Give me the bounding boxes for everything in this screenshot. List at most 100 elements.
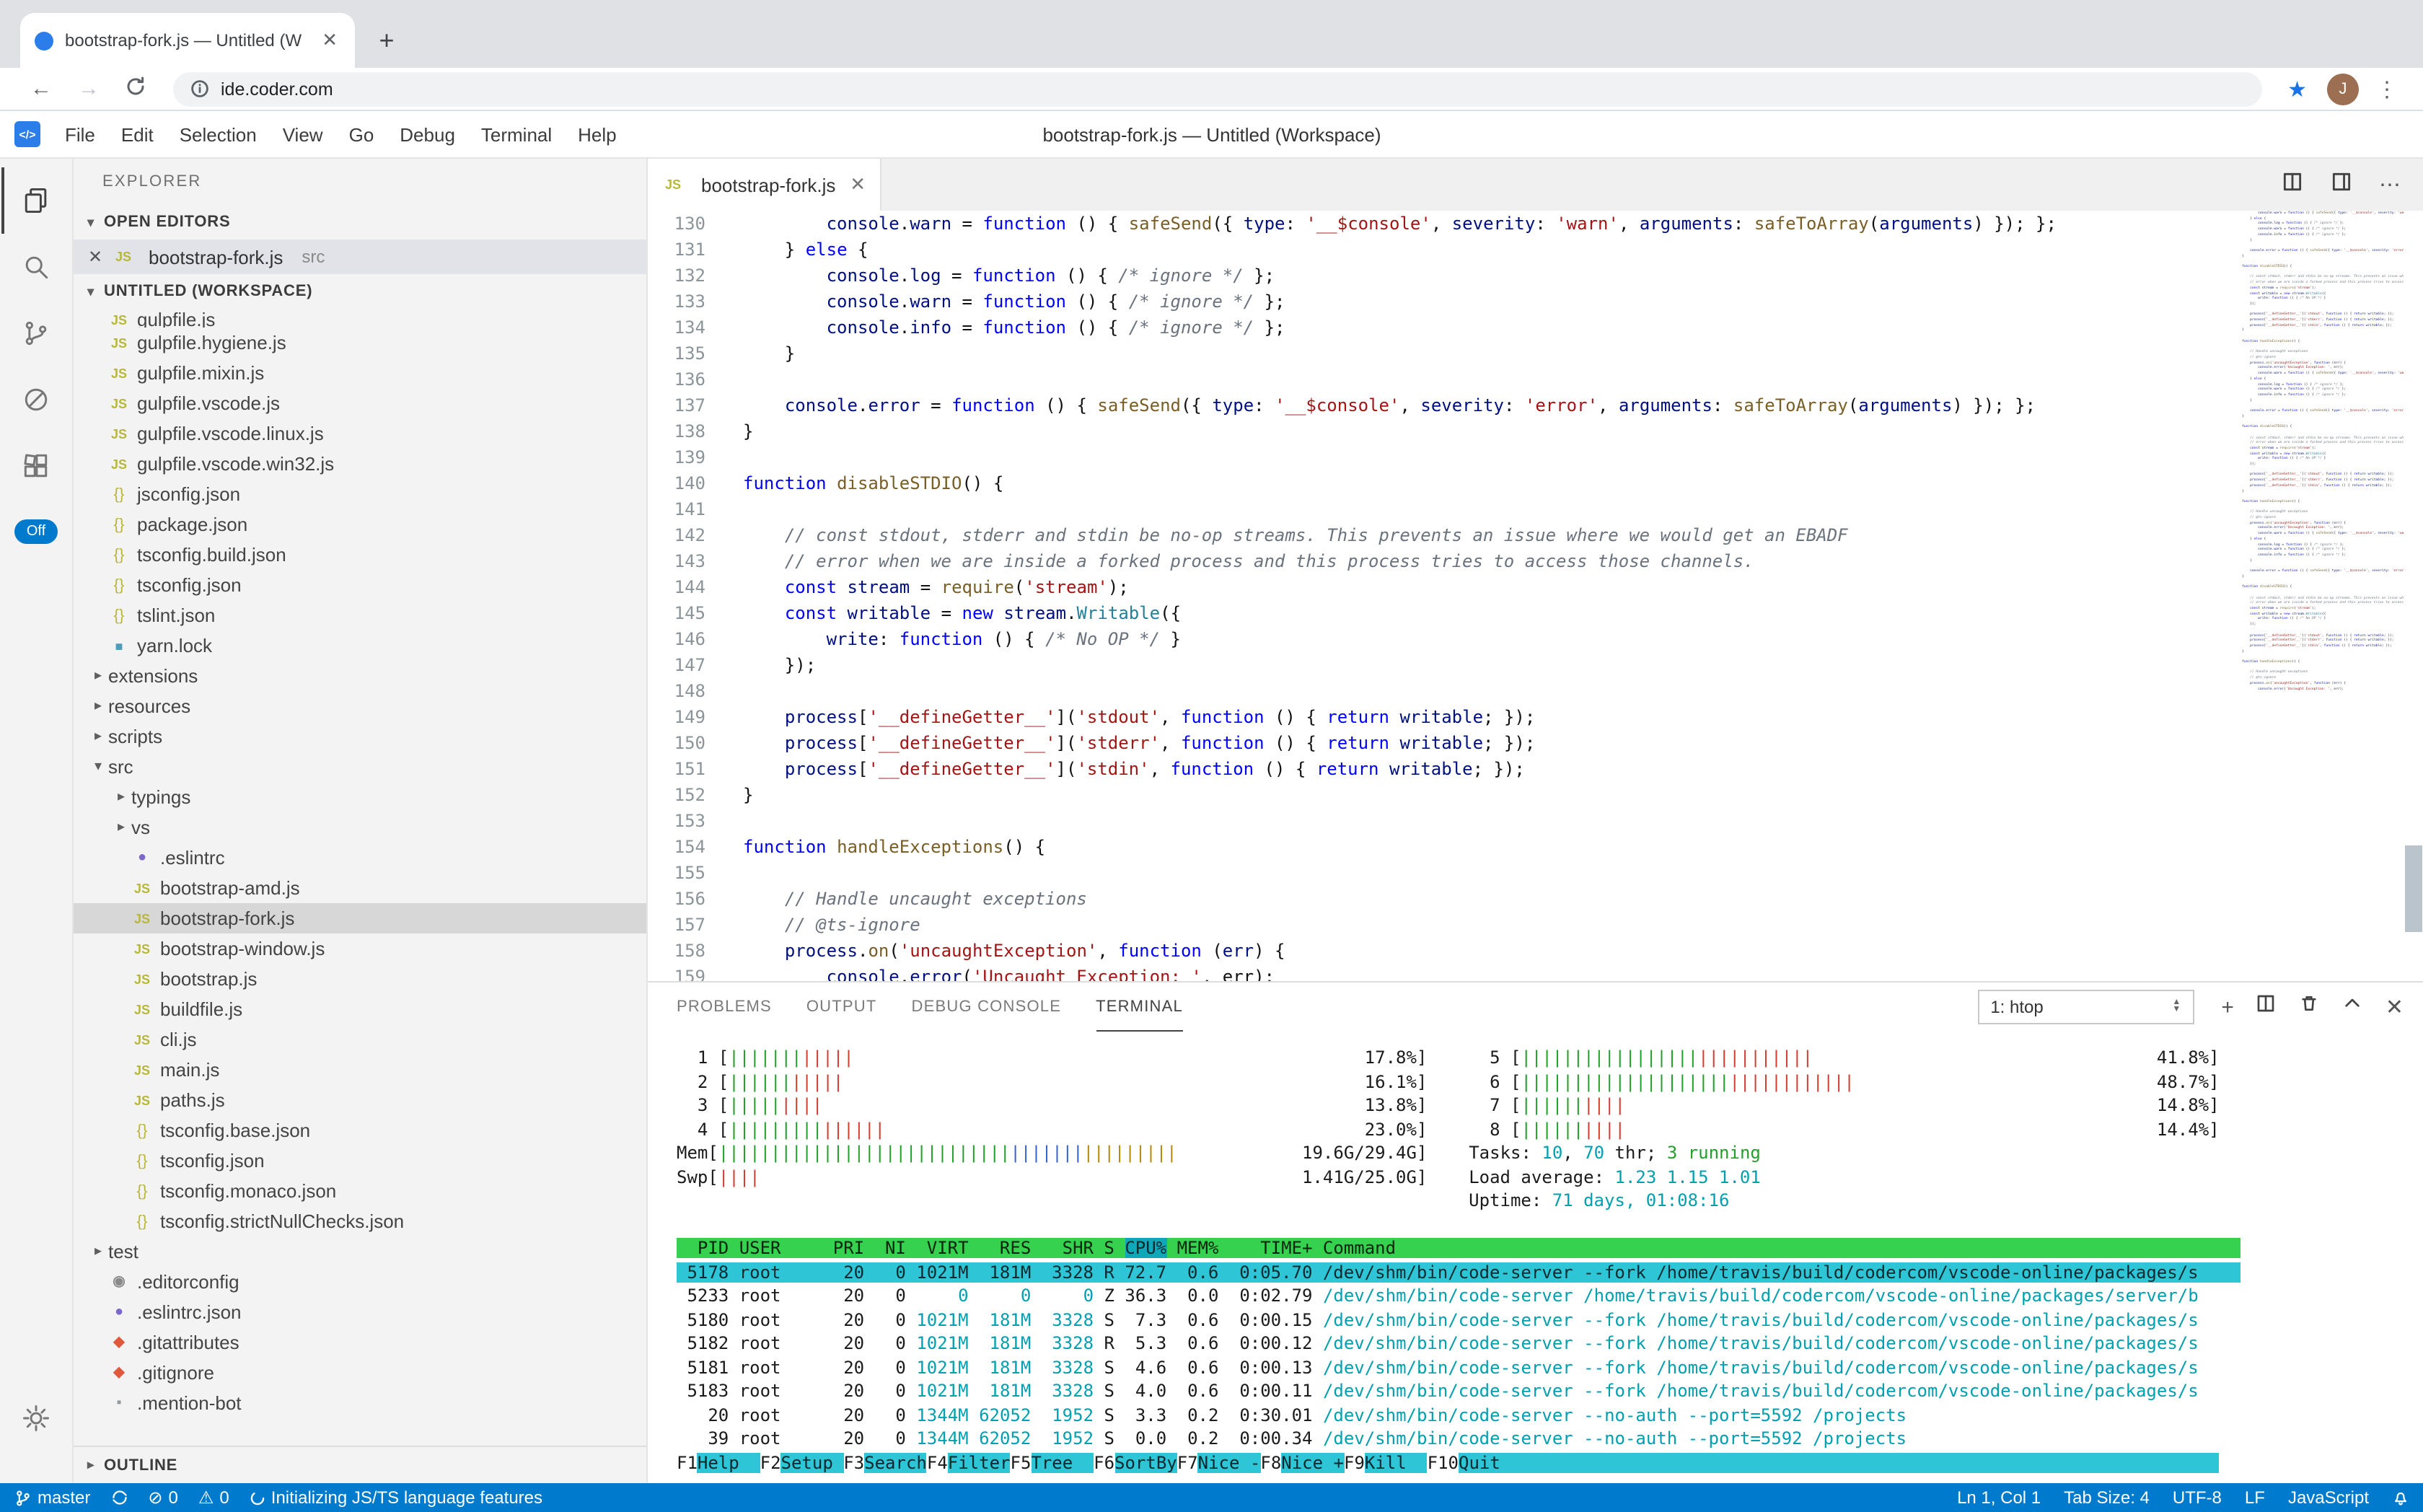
new-tab-button[interactable]: + <box>366 20 407 61</box>
errors-indicator[interactable]: ⊘ 0 <box>148 1487 178 1508</box>
code-line[interactable]: 140function disableSTDIO() { <box>648 470 2423 496</box>
code-line[interactable]: 155 <box>648 860 2423 886</box>
code-line[interactable]: 142 // const stdout, stderr and stdin be… <box>648 522 2423 548</box>
tab-close-icon[interactable]: ✕ <box>850 173 866 196</box>
tree-item-buildfile.js[interactable]: JSbuildfile.js <box>74 994 646 1024</box>
code-line[interactable]: 150 process['__defineGetter__']('stderr'… <box>648 730 2423 756</box>
more-actions-icon[interactable]: ⋯ <box>2379 172 2401 198</box>
search-icon[interactable] <box>1 234 71 300</box>
tree-item-bootstrap-amd.js[interactable]: JSbootstrap-amd.js <box>74 873 646 903</box>
browser-menu-icon[interactable]: ⋮ <box>2367 76 2406 102</box>
tree-item-jsconfig.json[interactable]: {}jsconfig.json <box>74 479 646 509</box>
tab-close-icon[interactable]: ✕ <box>319 29 340 52</box>
code-line[interactable]: 153 <box>648 808 2423 834</box>
warnings-indicator[interactable]: ⚠ 0 <box>198 1487 229 1508</box>
code-line[interactable]: 136 <box>648 366 2423 392</box>
browser-tab[interactable]: bootstrap-fork.js — Untitled (W ✕ <box>20 13 355 68</box>
tree-item-tsconfig.strictNullChecks.json[interactable]: {}tsconfig.strictNullChecks.json <box>74 1206 646 1236</box>
toggle-layout-icon[interactable] <box>2330 170 2353 200</box>
tree-item-resources[interactable]: ▸resources <box>74 691 646 721</box>
workspace-header[interactable]: ▾ UNTITLED (WORKSPACE) <box>74 274 646 309</box>
tree-item-yarn.lock[interactable]: ■yarn.lock <box>74 630 646 661</box>
tree-item-package.json[interactable]: {}package.json <box>74 509 646 540</box>
split-editor-icon[interactable] <box>2281 170 2304 200</box>
code-line[interactable]: 141 <box>648 496 2423 522</box>
menu-item-debug[interactable]: Debug <box>387 123 468 145</box>
tree-item-tsconfig.json[interactable]: {}tsconfig.json <box>74 1146 646 1176</box>
menu-item-edit[interactable]: Edit <box>108 123 167 145</box>
code-line[interactable]: 156 // Handle uncaught exceptions <box>648 886 2423 912</box>
tree-item-tsconfig.base.json[interactable]: {}tsconfig.base.json <box>74 1115 646 1146</box>
close-icon[interactable]: ✕ <box>88 247 105 267</box>
code-line[interactable]: 144 const stream = require('stream'); <box>648 574 2423 600</box>
code-line[interactable]: 138} <box>648 418 2423 444</box>
scrollbar-thumb[interactable] <box>2405 845 2422 932</box>
code-line[interactable]: 146 write: function () { /* No OP */ } <box>648 626 2423 652</box>
panel-tab-output[interactable]: OUTPUT <box>806 983 877 1032</box>
code-line[interactable]: 145 const writable = new stream.Writable… <box>648 600 2423 626</box>
back-icon[interactable]: ← <box>17 76 65 101</box>
tree-item-gulpfile.mixin.js[interactable]: JSgulpfile.mixin.js <box>74 358 646 388</box>
code-line[interactable]: 133 console.warn = function () { /* igno… <box>648 289 2423 315</box>
tree-item-src[interactable]: ▾src <box>74 752 646 782</box>
tree-item-tsconfig.json[interactable]: {}tsconfig.json <box>74 570 646 600</box>
code-line[interactable]: 130 console.warn = function () { safeSen… <box>648 211 2423 237</box>
git-branch-indicator[interactable]: master <box>14 1487 90 1508</box>
tree-item-vs[interactable]: ▸vs <box>74 812 646 843</box>
terminal-select[interactable]: 1: htop ▲▼ <box>1977 990 2194 1024</box>
eol-indicator[interactable]: LF <box>2245 1487 2265 1508</box>
tree-item-.gitignore[interactable]: ◆.gitignore <box>74 1358 646 1388</box>
explorer-icon[interactable] <box>1 167 71 234</box>
code-line[interactable]: 139 <box>648 444 2423 470</box>
debug-icon[interactable] <box>1 366 71 433</box>
panel-tab-terminal[interactable]: TERMINAL <box>1096 983 1183 1032</box>
code-line[interactable]: 149 process['__defineGetter__']('stdout'… <box>648 704 2423 730</box>
close-panel-icon[interactable]: ✕ <box>2385 994 2404 1020</box>
code-line[interactable]: 148 <box>648 678 2423 704</box>
terminal[interactable]: 1 [|||||||||||| 17.8%] 5 [||||||||||||||… <box>648 1032 2423 1483</box>
tree-item-.editorconfig[interactable]: ◉.editorconfig <box>74 1267 646 1297</box>
menu-item-terminal[interactable]: Terminal <box>468 123 565 145</box>
tree-item-gulpfile.js[interactable]: JSgulpfile.js <box>74 312 646 328</box>
tree-item-gulpfile.vscode.win32.js[interactable]: JSgulpfile.vscode.win32.js <box>74 449 646 479</box>
tree-item-.eslintrc[interactable]: ●.eslintrc <box>74 843 646 873</box>
tree-item-scripts[interactable]: ▸scripts <box>74 721 646 752</box>
tree-item-bootstrap.js[interactable]: JSbootstrap.js <box>74 964 646 994</box>
open-editor-item[interactable]: ✕ JS bootstrap-fork.js src <box>74 239 646 274</box>
tree-item-.mention-bot[interactable]: ▪.mention-bot <box>74 1388 646 1418</box>
address-bar[interactable]: ide.coder.com <box>173 71 2261 106</box>
panel-tab-problems[interactable]: PROBLEMS <box>677 983 772 1032</box>
tree-item-gulpfile.vscode.js[interactable]: JSgulpfile.vscode.js <box>74 388 646 418</box>
site-info-icon[interactable] <box>190 79 209 98</box>
code-line[interactable]: 154function handleExceptions() { <box>648 834 2423 860</box>
tree-item-bootstrap-window.js[interactable]: JSbootstrap-window.js <box>74 933 646 964</box>
tree-item-gulpfile.vscode.linux.js[interactable]: JSgulpfile.vscode.linux.js <box>74 418 646 449</box>
code-line[interactable]: 159 console.error('Uncaught Exception: '… <box>648 964 2423 981</box>
tree-item-paths.js[interactable]: JSpaths.js <box>74 1085 646 1115</box>
tree-item-gulpfile.hygiene.js[interactable]: JSgulpfile.hygiene.js <box>74 328 646 358</box>
code-editor[interactable]: 130 console.warn = function () { safeSen… <box>648 211 2423 981</box>
settings-gear-icon[interactable] <box>1 1385 71 1451</box>
code-line[interactable]: 137 console.error = function () { safeSe… <box>648 392 2423 418</box>
menu-item-view[interactable]: View <box>270 123 336 145</box>
code-line[interactable]: 134 console.info = function () { /* igno… <box>648 315 2423 340</box>
tree-item-typings[interactable]: ▸typings <box>74 782 646 812</box>
tree-item-main.js[interactable]: JSmain.js <box>74 1055 646 1085</box>
refresh-icon[interactable] <box>113 76 159 102</box>
editor-scrollbar[interactable] <box>2404 211 2423 981</box>
code-line[interactable]: 143 // error when we are inside a forked… <box>648 548 2423 574</box>
indentation[interactable]: Tab Size: 4 <box>2064 1487 2150 1508</box>
language-mode[interactable]: JavaScript <box>2288 1487 2369 1508</box>
tree-item-cli.js[interactable]: JScli.js <box>74 1024 646 1055</box>
outline-header[interactable]: ▸ OUTLINE <box>74 1446 646 1483</box>
tree-item-extensions[interactable]: ▸extensions <box>74 661 646 691</box>
code-line[interactable]: 131 } else { <box>648 237 2423 263</box>
code-line[interactable]: 147 }); <box>648 652 2423 678</box>
tree-item-test[interactable]: ▸test <box>74 1236 646 1267</box>
editor-tab[interactable]: JS bootstrap-fork.js ✕ <box>648 159 881 211</box>
tree-item-tslint.json[interactable]: {}tslint.json <box>74 600 646 630</box>
notifications-bell-icon[interactable] <box>2392 1489 2409 1506</box>
code-line[interactable]: 132 console.log = function () { /* ignor… <box>648 263 2423 289</box>
profile-avatar[interactable]: J <box>2327 73 2359 105</box>
split-terminal-icon[interactable] <box>2256 993 2277 1021</box>
